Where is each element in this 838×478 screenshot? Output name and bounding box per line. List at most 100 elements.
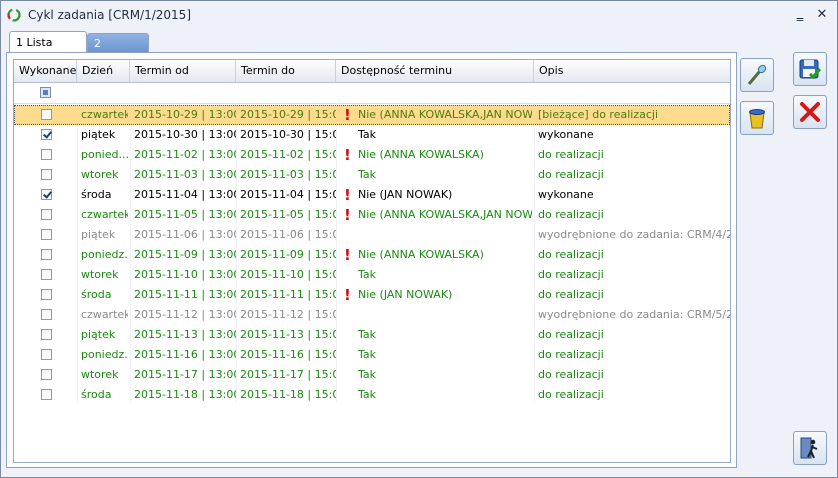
termin-do-cell: 2015-11-04 | 15:00 [240,188,336,201]
column-header-wykonane[interactable]: Wykonane [14,60,77,82]
description-cell: wykonane [538,128,594,141]
table-row[interactable]: czwartek 2015-11-12 | 13:00 2015-11-12 | 1… [14,305,730,325]
description-cell: do realizacji [538,288,604,301]
done-checkbox[interactable] [41,389,52,400]
termin-do-cell: 2015-10-30 | 15:00 [240,128,336,141]
done-checkbox[interactable] [41,289,52,300]
day-cell: ponied... [81,148,128,161]
termin-od-cell: 2015-11-17 | 13:00 [134,368,236,381]
done-checkbox[interactable] [41,149,52,160]
done-checkbox[interactable] [41,349,52,360]
cancel-icon [800,102,820,122]
table-row[interactable]: wtorek 2015-11-03 | 13:00 2015-11-03 | 15:… [14,165,730,185]
availability-cell: Tak [358,368,377,381]
description-cell: do realizacji [538,388,604,401]
task-grid[interactable]: Wykonane Dzień Termin od Termin do Dostę… [13,59,731,463]
minimize-button[interactable]: ‗ [791,6,809,24]
termin-do-cell: 2015-11-03 | 15:00 [240,168,336,181]
close-button[interactable]: ✕ [813,6,831,24]
table-row[interactable]: środa 2015-11-04 | 13:00 2015-11-04 | 15:0… [14,185,730,205]
edit-icon [747,64,767,85]
tab-ogolne[interactable]: 2 Ogólne [87,33,149,70]
description-cell: do realizacji [538,348,604,361]
table-row[interactable]: piątek 2015-11-13 | 13:00 2015-11-13 | 15:… [14,325,730,345]
availability-cell: Nie (ANNA KOWALSKA,JAN NOW... [358,108,532,121]
availability-cell: Tak [358,168,377,181]
table-row[interactable]: piątek 2015-10-30 | 13:00 2015-10-30 | 15:… [14,125,730,145]
termin-do-cell: 2015-11-18 | 15:00 [240,388,336,401]
termin-do-cell: 2015-11-11 | 15:00 [240,288,336,301]
day-cell: czwartek [81,208,128,221]
termin-od-cell: 2015-11-05 | 13:00 [134,208,236,221]
table-row[interactable]: wtorek 2015-11-17 | 13:00 2015-11-17 | 15:… [14,365,730,385]
table-row[interactable]: czwartek 2015-11-05 | 13:00 2015-11-05 | 1… [14,205,730,225]
description-cell: [bieżące] do realizacji [538,108,659,121]
day-cell: poniedz... [81,348,128,361]
termin-od-cell: 2015-10-29 | 13:00 [134,108,236,121]
done-checkbox[interactable] [41,189,52,200]
availability-cell: Nie (ANNA KOWALSKA) [358,248,484,261]
termin-od-cell: 2015-11-11 | 13:00 [134,288,236,301]
table-row[interactable]: piątek 2015-11-06 | 13:00 2015-11-06 | 15:… [14,225,730,245]
window-title: Cykl zadania [CRM/1/2015] [28,8,192,22]
trash-icon [749,109,765,129]
termin-do-cell: 2015-11-12 | 15:00 [240,308,336,321]
done-checkbox[interactable] [41,129,52,140]
termin-do-cell: 2015-11-17 | 15:00 [240,368,336,381]
delete-button[interactable] [740,101,774,135]
table-row[interactable]: wtorek 2015-11-10 | 13:00 2015-11-10 | 15:… [14,265,730,285]
table-row[interactable]: środa 2015-11-11 | 13:00 2015-11-11 | 15:0… [14,285,730,305]
save-button[interactable] [793,52,827,86]
column-header-dostepnosc[interactable]: Dostępność terminu [336,60,534,82]
column-header-termin-do[interactable]: Termin do [236,60,336,82]
title-bar: Cykl zadania [CRM/1/2015] ‗ ✕ [1,1,837,29]
termin-od-cell: 2015-10-30 | 13:00 [134,128,236,141]
column-header-termin-od[interactable]: Termin od [130,60,236,82]
done-checkbox[interactable] [41,309,52,320]
termin-od-cell: 2015-11-09 | 13:00 [134,248,236,261]
table-row[interactable]: czwartek 2015-10-29 | 13:00 2015-10-29 | 1… [14,105,730,125]
dialog-window: Cykl zadania [CRM/1/2015] ‗ ✕ 1 Lista za… [0,0,838,478]
warning-icon: ! [344,106,351,124]
description-cell: do realizacji [538,208,604,221]
done-checkbox[interactable] [41,369,52,380]
table-row[interactable]: środa 2015-11-18 | 13:00 2015-11-18 | 15:0… [14,385,730,405]
termin-od-cell: 2015-11-06 | 13:00 [134,228,236,241]
cycle-icon [7,8,21,22]
availability-cell: Nie (ANNA KOWALSKA) [358,148,484,161]
termin-od-cell: 2015-11-16 | 13:00 [134,348,236,361]
day-cell: poniedz... [81,248,128,261]
select-all-checkbox[interactable] [40,87,51,98]
done-checkbox[interactable] [41,229,52,240]
done-checkbox[interactable] [41,329,52,340]
done-checkbox[interactable] [41,109,52,120]
column-header-opis[interactable]: Opis [534,60,730,82]
tab-lista-zadan[interactable]: 1 Lista zadań [9,31,87,71]
termin-do-cell: 2015-11-02 | 15:00 [240,148,336,161]
termin-od-cell: 2015-11-02 | 13:00 [134,148,236,161]
filter-row [14,83,730,104]
day-cell: wtorek [81,368,119,381]
day-cell: czwartek [81,108,128,121]
warning-icon: ! [344,206,351,224]
edit-button[interactable] [740,58,774,92]
done-checkbox[interactable] [41,269,52,280]
cancel-button[interactable] [793,95,827,129]
warning-icon: ! [344,186,351,204]
description-cell: wykonane [538,188,594,201]
termin-do-cell: 2015-11-09 | 15:00 [240,248,336,261]
availability-cell: Nie (JAN NOWAK) [358,288,453,301]
done-checkbox[interactable] [41,249,52,260]
done-checkbox[interactable] [41,169,52,180]
termin-od-cell: 2015-11-10 | 13:00 [134,268,236,281]
table-row[interactable]: ponied... 2015-11-02 | 13:00 2015-11-02 | … [14,145,730,165]
done-checkbox[interactable] [41,209,52,220]
table-row[interactable]: poniedz... 2015-11-09 | 13:00 2015-11-09 |… [14,245,730,265]
availability-cell: Tak [358,328,377,341]
column-header-dzien[interactable]: Dzień [77,60,130,82]
day-cell: środa [81,188,112,201]
table-row[interactable]: poniedz... 2015-11-16 | 13:00 2015-11-16 |… [14,345,730,365]
exit-button[interactable] [793,431,827,465]
day-cell: wtorek [81,268,119,281]
description-cell: do realizacji [538,368,604,381]
